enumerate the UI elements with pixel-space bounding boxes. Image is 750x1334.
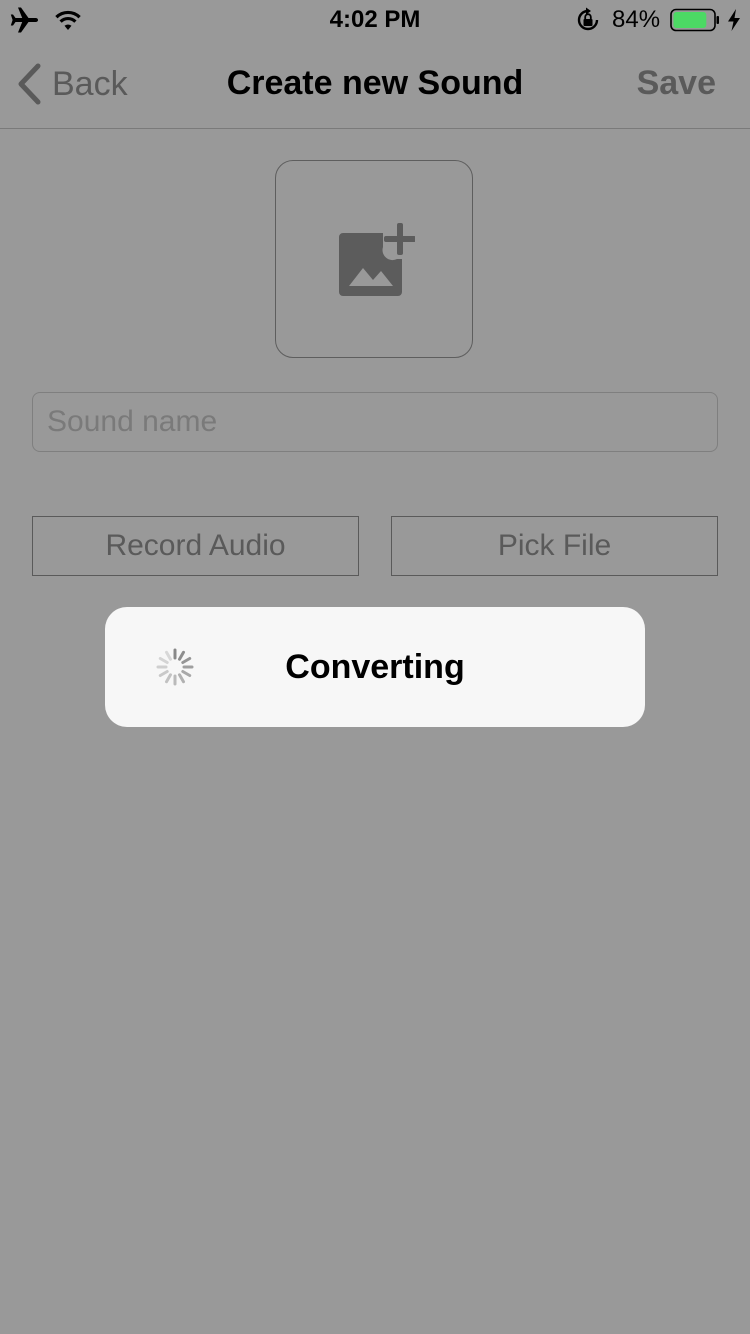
battery-percent: 84%	[612, 6, 661, 33]
orientation-lock-icon	[577, 7, 599, 31]
pick-file-button[interactable]: Pick File	[391, 516, 718, 576]
navigation-bar: Back Create new Sound Save	[0, 40, 750, 129]
save-button[interactable]: Save	[637, 64, 716, 103]
sound-image-picker[interactable]	[275, 160, 473, 358]
charging-bolt-icon	[728, 9, 740, 31]
hud-label: Converting	[285, 648, 465, 686]
progress-hud: Converting	[105, 607, 645, 727]
sound-name-input[interactable]	[32, 392, 718, 452]
record-audio-button[interactable]: Record Audio	[32, 516, 359, 576]
status-bar: 4:02 PM 84%	[0, 0, 750, 40]
add-photo-icon	[339, 223, 415, 296]
battery-icon	[670, 8, 719, 32]
